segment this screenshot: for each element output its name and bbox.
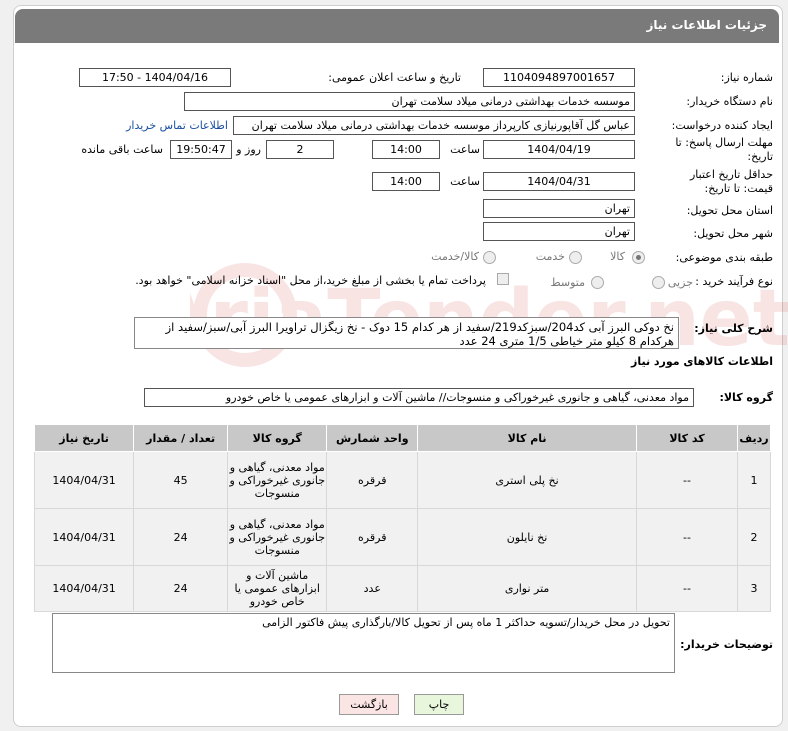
price-validity-time: 14:00 [372,172,440,191]
category-option-both: کالا/خدمت [431,250,479,263]
category-label: طبقه بندی موضوعی: [675,251,773,264]
cell-code: -- [635,508,739,566]
announce-field: 1404/04/16 - 17:50 [79,68,231,87]
cell-code: -- [635,451,739,509]
cell-name: نخ پلی استری [417,451,637,509]
price-time-label: ساعت [450,175,480,188]
send-deadline-time: 14:00 [372,140,440,159]
payment-note: پرداخت تمام یا بخشی از مبلغ خرید،از محل … [135,274,486,287]
table-header-row: ردیف کد کالا نام کالا واحد شمارش گروه کا… [33,424,771,452]
buyer-org-label: نام دستگاه خریدار: [686,95,773,108]
col-qty: تعداد / مقدار [133,424,229,452]
table-row: 3 -- متر نواری عدد ماشین آلات و ابزارهای… [33,565,771,612]
category-option-service: خدمت [535,250,565,263]
col-date: تاریخ نیاز [33,424,135,452]
remaining-time: 19:50:47 [170,140,232,159]
col-row: ردیف [737,424,771,452]
purchase-radio-medium[interactable] [591,276,604,289]
cell-date: 1404/04/31 [33,508,135,566]
col-unit: واحد شمارش [326,424,419,452]
table-row: 1 -- نخ پلی استری قرقره مواد معدنی، گیاه… [33,451,771,509]
cell-unit: عدد [326,565,419,612]
announce-label: تاریخ و ساعت اعلان عمومی: [328,71,461,84]
cell-qty: 45 [133,451,229,509]
treasury-checkbox[interactable] [497,273,509,285]
cell-name: نخ نایلون [417,508,637,566]
send-deadline-date: 1404/04/19 [483,140,635,159]
remaining-label: ساعت باقی مانده [81,143,163,156]
purchase-radio-minor[interactable] [652,276,665,289]
cell-qty: 24 [133,565,229,612]
goods-group-field: مواد معدنی، گیاهی و جانوری غیرخوراکی و م… [144,388,694,407]
col-name: نام کالا [417,424,637,452]
category-option-goods: کالا [610,250,625,263]
col-code: کد کالا [635,424,739,452]
cell-group: مواد معدنی، گیاهی و جانوری غیرخوراکی و م… [227,508,328,566]
send-deadline-label: مهلت ارسال پاسخ: تا تاریخ: [675,136,773,163]
items-table: ردیف کد کالا نام کالا واحد شمارش گروه کا… [33,424,771,612]
category-radio-service[interactable] [569,251,582,264]
price-validity-label: حداقل تاریخ اعتبار قیمت: تا تاریخ: [689,168,773,195]
goods-group-label: گروه کالا: [719,391,773,404]
cell-group: ماشین آلات و ابزارهای عمومی یا خاص خودرو [227,565,328,612]
cell-date: 1404/04/31 [33,565,135,612]
purchase-option-minor: جزیی [667,276,693,289]
col-group: گروه کالا [227,424,328,452]
need-number-label: شماره نیاز: [720,71,773,84]
buyer-org-field: موسسه خدمات بهداشتی درمانی میلاد سلامت ت… [184,92,635,111]
creator-label: ایجاد کننده درخواست: [671,119,773,132]
cell-date: 1404/04/31 [33,451,135,509]
buyer-notes-label: توضیحات خریدار: [680,638,773,651]
need-number-field: 1104094897001657 [483,68,635,87]
days-remaining: 2 [266,140,334,159]
contact-buyer-link[interactable]: اطلاعات تماس خریدار [126,119,228,132]
back-button[interactable]: بازگشت [339,694,399,715]
purchase-option-medium: متوسط [550,276,585,289]
description-field: نخ دوکی البرز آبی کد204/سبزکد219/سفید از… [134,317,679,349]
cell-row: 2 [737,508,771,566]
category-radio-goods[interactable] [632,251,645,264]
city-field: تهران [483,222,635,241]
cell-row: 1 [737,451,771,509]
province-label: استان محل تحویل: [686,204,773,217]
panel-header: جزئیات اطلاعات نیاز [15,9,779,43]
buyer-notes-field: تحویل در محل خریدار/تسویه حداکثر 1 ماه پ… [52,613,675,673]
days-label: روز و [236,143,261,156]
price-validity-date: 1404/04/31 [483,172,635,191]
print-button[interactable]: چاپ [414,694,464,715]
category-radio-both[interactable] [483,251,496,264]
province-field: تهران [483,199,635,218]
goods-info-title: اطلاعات کالاهای مورد نیاز [631,355,773,368]
cell-row: 3 [737,565,771,612]
description-label: شرح کلی نیاز: [694,322,773,335]
cell-group: مواد معدنی، گیاهی و جانوری غیرخوراکی و م… [227,451,328,509]
table-row: 2 -- نخ نایلون قرقره مواد معدنی، گیاهی و… [33,508,771,566]
cell-name: متر نواری [417,565,637,612]
cell-unit: قرقره [326,508,419,566]
creator-field: عباس گل آقاپورنیازی کارپرداز موسسه خدمات… [233,116,635,135]
send-time-label: ساعت [450,143,480,156]
cell-qty: 24 [133,508,229,566]
cell-code: -- [635,565,739,612]
cell-unit: قرقره [326,451,419,509]
purchase-type-label: نوع فرآیند خرید : [695,275,773,288]
page-title: جزئیات اطلاعات نیاز [646,18,767,32]
city-label: شهر محل تحویل: [693,227,773,240]
